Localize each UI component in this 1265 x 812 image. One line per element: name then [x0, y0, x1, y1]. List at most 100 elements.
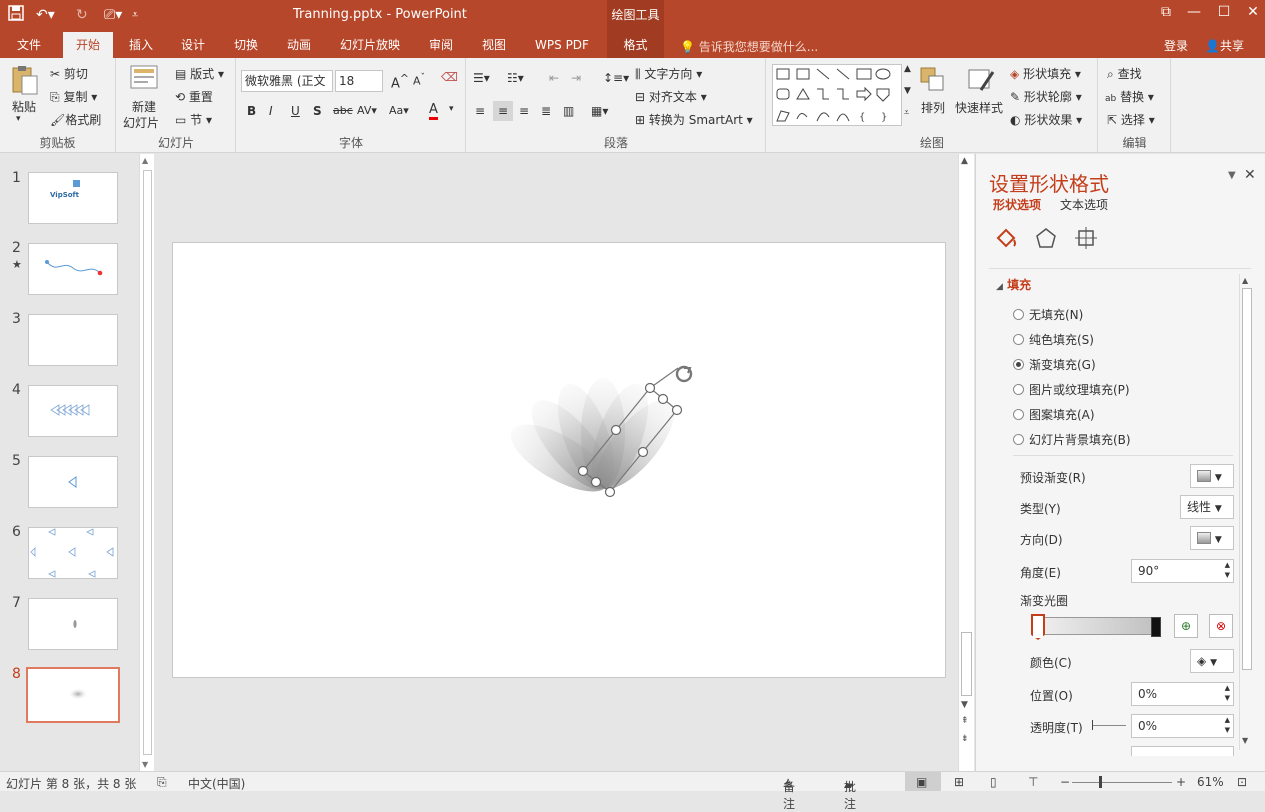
spinner-icon[interactable]: ▲ ▼	[1225, 683, 1230, 703]
paste-icon[interactable]	[10, 64, 40, 98]
shape-outline-button[interactable]: ✎ 形状轮廓 ▾	[1010, 88, 1082, 105]
line-spacing-icon[interactable]: ↕≡▾	[603, 71, 629, 85]
editor-scrollbar[interactable]: ▲ ▼ ⇞ ⇟	[958, 154, 974, 771]
new-slide-icon[interactable]	[129, 64, 159, 94]
italic-icon[interactable]: I	[269, 104, 273, 118]
scroll-thumb[interactable]	[1242, 288, 1252, 670]
normal-view-icon[interactable]: ▣	[916, 775, 927, 789]
tab-home[interactable]: 开始	[63, 32, 113, 58]
tell-me-box[interactable]: 💡 告诉我您想要做什么...	[680, 38, 818, 55]
close-pane-icon[interactable]: ✕	[1244, 167, 1256, 183]
zoom-slider-thumb[interactable]	[1099, 776, 1102, 788]
size-properties-icon[interactable]	[1074, 226, 1098, 253]
increase-indent-icon[interactable]: ⇥	[571, 71, 581, 85]
minimize-button[interactable]: —	[1182, 4, 1206, 20]
slide-thumbnail-2[interactable]	[28, 243, 118, 295]
reading-view-icon[interactable]: ▯	[990, 775, 997, 789]
tab-shape-options[interactable]: 形状选项	[993, 196, 1041, 213]
spellcheck-icon[interactable]: ⎘	[157, 775, 167, 790]
tab-slideshow[interactable]: 幻灯片放映	[332, 32, 408, 58]
zoom-slider[interactable]	[1072, 782, 1172, 783]
undo-icon[interactable]: ↶▾	[36, 5, 55, 25]
align-center-icon[interactable]: ≡	[493, 101, 513, 121]
justify-icon[interactable]: ≣	[541, 104, 551, 118]
scroll-down-icon[interactable]: ▼	[961, 700, 968, 710]
scroll-thumb[interactable]	[143, 170, 152, 755]
arrange-icon[interactable]	[919, 66, 947, 94]
tab-view[interactable]: 视图	[471, 32, 517, 58]
pane-scrollbar[interactable]: ▲ ▼	[1239, 274, 1253, 750]
columns-icon[interactable]: ▦▾	[591, 104, 608, 118]
gallery-down-icon[interactable]: ▼	[904, 86, 914, 96]
scroll-up-icon[interactable]: ▲	[1242, 276, 1248, 285]
gradient-stops-slider[interactable]	[1032, 617, 1160, 635]
ribbon-display-icon[interactable]: ⧉	[1154, 4, 1178, 20]
slide-thumbnail-3[interactable]	[28, 314, 118, 366]
gallery-up-icon[interactable]: ▲	[904, 64, 914, 74]
tab-text-options[interactable]: 文本选项	[1060, 196, 1108, 213]
radio-pattern-fill[interactable]: 图案填充(A)	[1013, 406, 1095, 423]
gradient-type-dropdown[interactable]: 线性 ▼	[1180, 495, 1234, 519]
replace-button[interactable]: ab 替换 ▾	[1105, 88, 1154, 105]
tab-transitions[interactable]: 切换	[223, 32, 269, 58]
position-input[interactable]: 0% ▲ ▼	[1131, 682, 1234, 706]
radio-no-fill[interactable]: 无填充(N)	[1013, 306, 1083, 323]
brightness-input-partial[interactable]	[1131, 746, 1234, 756]
angle-input[interactable]: 90° ▲ ▼	[1131, 559, 1234, 583]
char-spacing-icon[interactable]: AV▾	[357, 104, 377, 117]
gradient-stop-handle[interactable]	[1031, 614, 1045, 640]
cut-button[interactable]: ✂ 剪切	[50, 65, 88, 82]
tab-file[interactable]: 文件	[6, 32, 52, 58]
layout-button[interactable]: ▤ 版式 ▾	[175, 65, 224, 82]
bullets-icon[interactable]: ☰▾	[473, 71, 490, 85]
new-slide-button[interactable]: 新建	[132, 98, 156, 115]
new-slide-label2[interactable]: 幻灯片	[123, 114, 159, 131]
transparency-slider[interactable]	[1092, 725, 1126, 726]
tab-animations[interactable]: 动画	[276, 32, 322, 58]
align-right-icon[interactable]: ≡	[519, 104, 529, 118]
tab-format[interactable]: 格式	[607, 32, 664, 58]
add-stop-icon[interactable]: ⊕	[1174, 614, 1198, 638]
scroll-up-icon[interactable]: ▲	[961, 156, 968, 166]
fill-section-header[interactable]: ◢ 填充	[996, 276, 1031, 293]
thumbnails-scrollbar[interactable]: ▲ ▼	[139, 154, 154, 771]
radio-solid-fill[interactable]: 纯色填充(S)	[1013, 331, 1094, 348]
font-family-combo[interactable]: 微软雅黑 (正文	[241, 70, 333, 92]
shape-fill-button[interactable]: ◈ 形状填充 ▾	[1010, 65, 1081, 82]
tab-review[interactable]: 审阅	[418, 32, 464, 58]
paste-dropdown-icon[interactable]: ▾	[16, 114, 21, 124]
font-size-combo[interactable]: 18	[335, 70, 383, 92]
close-button[interactable]: ✕	[1241, 4, 1265, 20]
paste-button[interactable]: 粘贴	[12, 98, 36, 115]
remove-stop-icon[interactable]: ⊗	[1209, 614, 1233, 638]
effects-pentagon-icon[interactable]	[1034, 226, 1058, 253]
decrease-indent-icon[interactable]: ⇤	[549, 71, 559, 85]
format-painter-button[interactable]: 🖌格式刷	[50, 111, 101, 128]
convert-smartart-button[interactable]: ⊞ 转换为 SmartArt ▾	[635, 111, 753, 128]
shape-effects-button[interactable]: ◐ 形状效果 ▾	[1010, 111, 1082, 128]
tab-design[interactable]: 设计	[170, 32, 216, 58]
fill-line-icon[interactable]	[994, 226, 1018, 253]
radio-gradient-fill[interactable]: 渐变填充(G)	[1013, 356, 1096, 373]
language-indicator[interactable]: 中文(中国)	[188, 775, 245, 792]
slide-thumbnail-8[interactable]	[26, 667, 120, 723]
quick-styles-icon[interactable]	[967, 66, 995, 94]
font-color-dropdown-icon[interactable]: ▾	[449, 104, 454, 114]
shrink-font-icon[interactable]: Aˇ	[413, 72, 425, 88]
arrange-button[interactable]: 排列	[921, 99, 945, 116]
reset-button[interactable]: ⟲ 重置	[175, 88, 213, 105]
quick-styles-button[interactable]: 快速样式	[955, 99, 1003, 116]
slide-sorter-icon[interactable]: ⊞	[954, 775, 964, 789]
scroll-down-icon[interactable]: ▼	[142, 760, 148, 769]
color-dropdown[interactable]: ◈ ▼	[1190, 649, 1234, 673]
slide-thumbnail-5[interactable]	[28, 456, 118, 508]
change-case-icon[interactable]: Aa▾	[389, 104, 409, 117]
tab-insert[interactable]: 插入	[118, 32, 164, 58]
text-direction-button[interactable]: ⫼ 文字方向 ▾	[635, 65, 702, 82]
zoom-in-icon[interactable]: +	[1176, 775, 1186, 789]
radio-picture-fill[interactable]: 图片或纹理填充(P)	[1013, 381, 1130, 398]
grow-font-icon[interactable]: A^	[391, 72, 409, 91]
transparency-slider-thumb[interactable]	[1092, 720, 1093, 730]
shapes-gallery[interactable]: {}	[772, 64, 902, 126]
scroll-down-icon[interactable]: ▼	[1242, 736, 1248, 745]
